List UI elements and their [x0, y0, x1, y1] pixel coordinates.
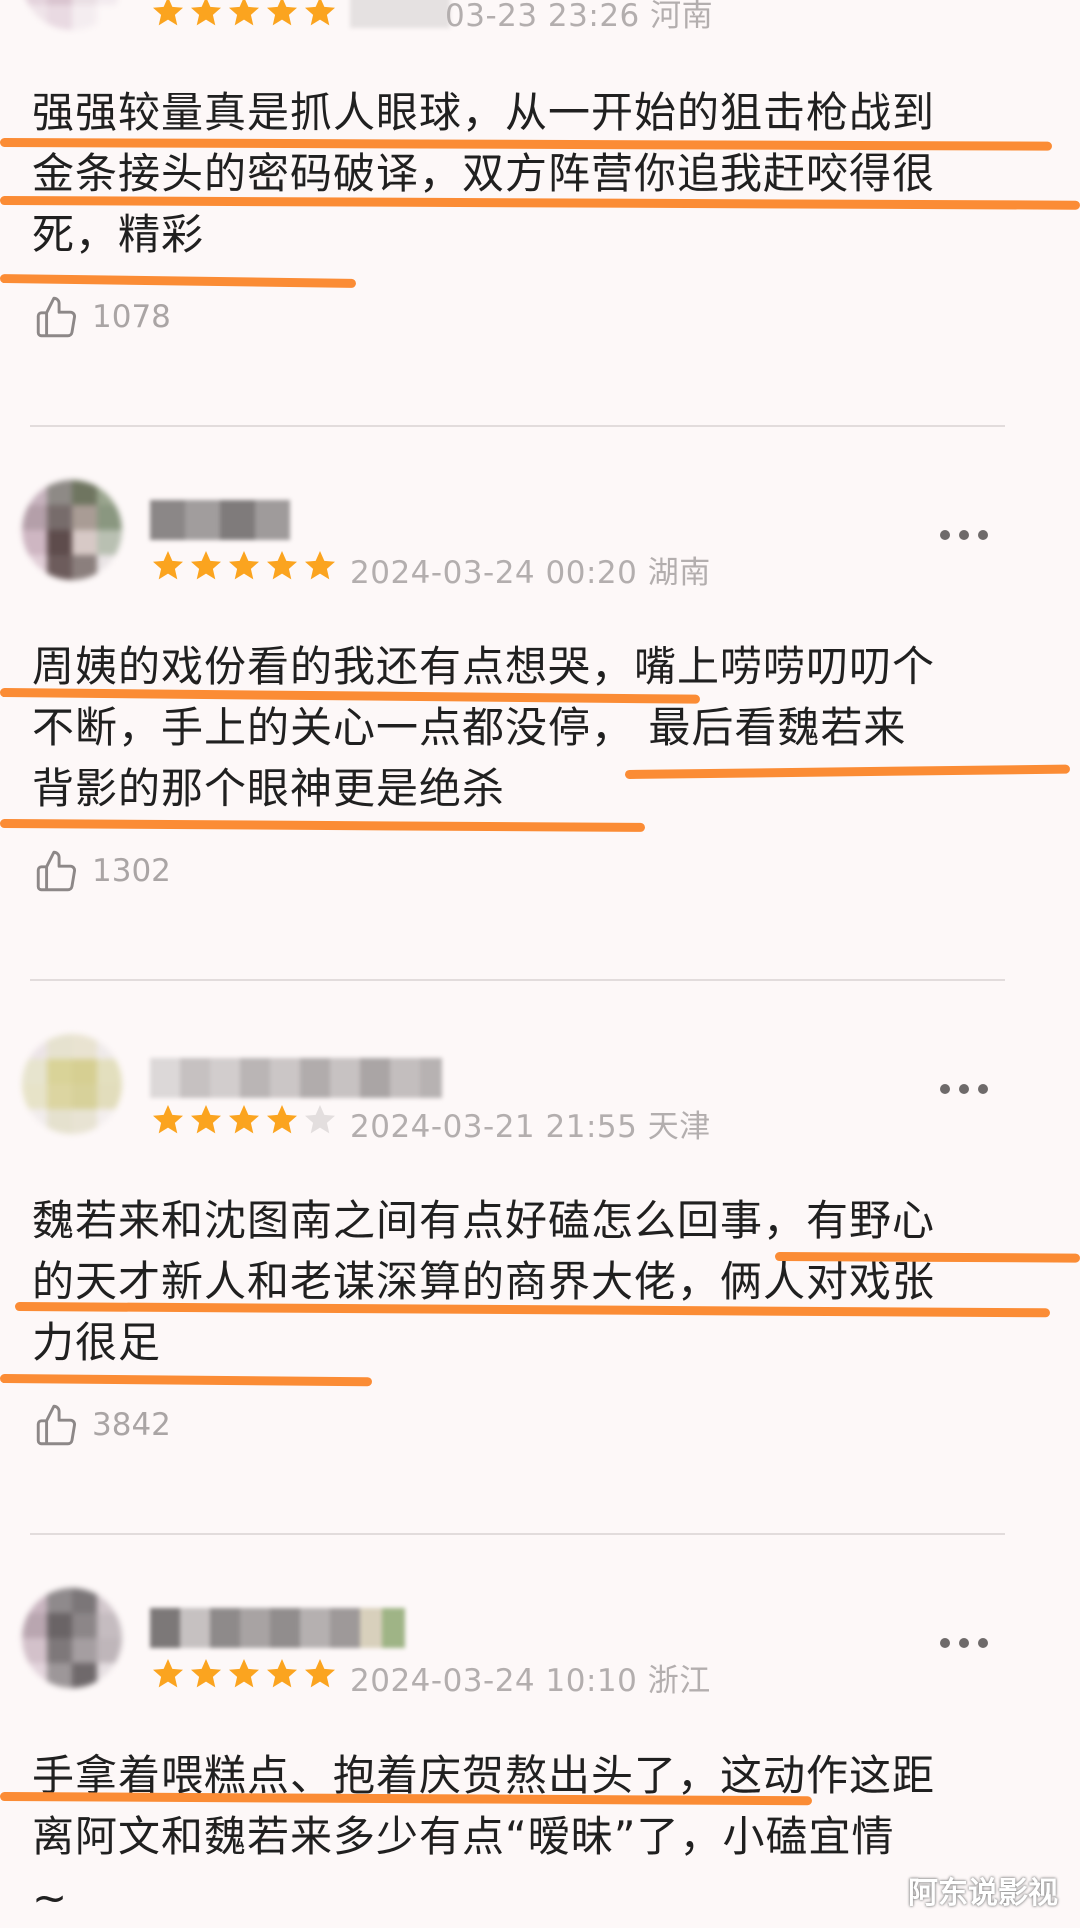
avatar[interactable] [22, 480, 122, 580]
star-icon [226, 1102, 262, 1138]
review-text: 手拿着喂糕点、抱着庆贺熬出头了，这动作这距 离阿文和魏若来多少有点“暧昧”了，小… [32, 1745, 1017, 1922]
star-icon [264, 0, 300, 30]
star-icon [150, 1102, 186, 1138]
divider [30, 425, 1005, 427]
thumbs-up-icon [36, 296, 76, 338]
review-text: 强强较量真是抓人眼球，从一开始的狙击枪战到 金条接头的密码破译，双方阵营你追我赶… [32, 82, 1017, 272]
star-icon [302, 0, 338, 30]
review-text: 魏若来和沈图南之间有点好磕怎么回事，有野心 的天才新人和老谋深算的商界大佬，俩人… [32, 1190, 1017, 1380]
avatar[interactable] [22, 0, 122, 30]
divider [30, 979, 1005, 981]
review-location: 河南 [650, 0, 714, 34]
username-blurred [150, 1608, 405, 1648]
star-icon [264, 1656, 300, 1692]
like-count: 3842 [92, 1407, 171, 1443]
review-location: 浙江 [647, 1663, 711, 1699]
rating-stars [150, 548, 338, 584]
star-icon [302, 548, 338, 584]
review-date: 2024-03-21 21:55 [350, 1109, 638, 1145]
thumbs-up-icon [36, 850, 76, 892]
star-icon [302, 1102, 338, 1138]
more-options-button[interactable] [940, 1082, 990, 1096]
more-dots-icon [940, 530, 950, 540]
review-location: 天津 [647, 1109, 711, 1145]
star-icon [226, 1656, 262, 1692]
star-icon [188, 548, 224, 584]
review-text-line: 金条接头的密码破译，双方阵营你追我赶咬得很 [32, 149, 936, 198]
rating-stars [150, 1656, 338, 1692]
review-text-line: ~ [32, 1873, 69, 1922]
watermark: 阿东说影视 [908, 1876, 1058, 1911]
review-text-line: 死，精彩 [32, 210, 205, 259]
review-date: 03-23 23:26 [445, 0, 640, 34]
more-options-button[interactable] [940, 1636, 990, 1650]
review-location: 湖南 [647, 555, 711, 591]
review-text-line: 力很足 [32, 1318, 162, 1367]
highlight-underline [0, 1374, 373, 1387]
star-icon [226, 548, 262, 584]
review-text-line: 不断，手上的关心一点都没停， 最后看魏若来 [32, 703, 907, 752]
review-meta: 2024-03-21 21:55 天津 [350, 1101, 711, 1146]
divider [30, 1533, 1005, 1535]
more-dots-icon [940, 1084, 950, 1094]
star-icon [264, 548, 300, 584]
star-icon [150, 1656, 186, 1692]
star-icon [302, 1656, 338, 1692]
like-count: 1302 [92, 853, 171, 889]
username-blurred [150, 500, 290, 540]
review-date: 2024-03-24 10:10 [350, 1663, 638, 1699]
review-meta: 2024-03-24 10:10 浙江 [350, 1655, 711, 1700]
more-options-button[interactable] [940, 528, 990, 542]
star-icon [188, 1656, 224, 1692]
star-icon [264, 1102, 300, 1138]
more-dots-icon [940, 1638, 950, 1648]
avatar[interactable] [22, 1034, 122, 1134]
review-text-line: 魏若来和沈图南之间有点好磕怎么回事，有野心 [32, 1196, 936, 1245]
like-button[interactable]: 1078 [32, 292, 171, 342]
review-text: 周姨的戏份看的我还有点想哭，嘴上唠唠叨叨个 不断，手上的关心一点都没停， 最后看… [32, 636, 1017, 826]
star-icon [188, 1102, 224, 1138]
review-text-line: 背影的那个眼神更是绝杀 [32, 764, 506, 813]
review-meta: 2024-03-24 00:20 湖南 [350, 547, 711, 592]
username-blurred [150, 1058, 442, 1098]
highlight-underline [0, 274, 357, 288]
highlight-underline [774, 1252, 1080, 1263]
like-count: 1078 [92, 299, 171, 335]
like-button[interactable]: 3842 [32, 1400, 171, 1450]
thumbs-up-icon [36, 1404, 76, 1446]
review-text-line: 强强较量真是抓人眼球，从一开始的狙击枪战到 [32, 88, 936, 137]
review-date: 2024-03-24 00:20 [350, 555, 638, 591]
review-text-line: 离阿文和魏若来多少有点“暧昧”了，小磕宜情 [32, 1812, 895, 1861]
avatar[interactable] [22, 1588, 122, 1688]
like-button[interactable]: 1302 [32, 846, 171, 896]
review-meta: 03-23 23:26 河南 [445, 0, 713, 35]
rating-stars [150, 1102, 338, 1138]
review-text-line: 周姨的戏份看的我还有点想哭，嘴上唠唠叨叨个 [32, 642, 936, 691]
star-icon [150, 548, 186, 584]
username-blurred [150, 0, 450, 28]
